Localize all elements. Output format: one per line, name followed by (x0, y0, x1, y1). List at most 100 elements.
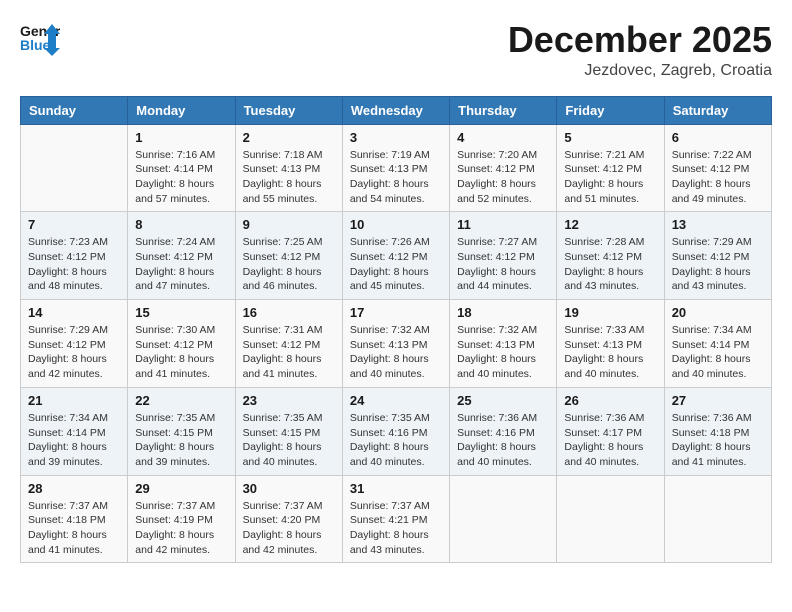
calendar-cell: 1 Sunrise: 7:16 AM Sunset: 4:14 PM Daylig… (128, 124, 235, 212)
calendar-cell: 5 Sunrise: 7:21 AM Sunset: 4:12 PM Daylig… (557, 124, 664, 212)
day-info: Sunrise: 7:27 AM Sunset: 4:12 PM Dayligh… (457, 235, 549, 294)
logo-icon: General Blue (20, 20, 60, 56)
calendar-cell: 15Sunrise: 7:30 AM Sunset: 4:12 PM Dayli… (128, 300, 235, 388)
calendar-cell: 12Sunrise: 7:28 AM Sunset: 4:12 PM Dayli… (557, 212, 664, 300)
weekday-header-friday: Friday (557, 96, 664, 124)
day-info: Sunrise: 7:18 AM Sunset: 4:13 PM Dayligh… (243, 148, 335, 207)
day-number: 18 (457, 305, 549, 320)
day-number: 27 (672, 393, 764, 408)
day-info: Sunrise: 7:19 AM Sunset: 4:13 PM Dayligh… (350, 148, 442, 207)
day-info: Sunrise: 7:35 AM Sunset: 4:15 PM Dayligh… (135, 411, 227, 470)
day-info: Sunrise: 7:36 AM Sunset: 4:17 PM Dayligh… (564, 411, 656, 470)
weekday-header-saturday: Saturday (664, 96, 771, 124)
day-number: 5 (564, 130, 656, 145)
day-number: 20 (672, 305, 764, 320)
calendar-cell: 14 Sunrise: 7:29 AM Sunset: 4:12 PM Dayli… (21, 300, 128, 388)
day-number: 2 (243, 130, 335, 145)
calendar-cell (450, 475, 557, 563)
calendar-cell: 25Sunrise: 7:36 AM Sunset: 4:16 PM Dayli… (450, 387, 557, 475)
day-info: Sunrise: 7:36 AM Sunset: 4:18 PM Dayligh… (672, 411, 764, 470)
calendar-cell: 18 Sunrise: 7:32 AM Sunset: 4:13 PM Dayli… (450, 300, 557, 388)
calendar-cell (21, 124, 128, 212)
calendar-cell: 7 Sunrise: 7:23 AM Sunset: 4:12 PM Daylig… (21, 212, 128, 300)
calendar-cell: 30Sunrise: 7:37 AM Sunset: 4:20 PM Dayli… (235, 475, 342, 563)
month-title: December 2025 (508, 20, 772, 60)
day-info: Sunrise: 7:30 AM Sunset: 4:12 PM Dayligh… (135, 323, 227, 382)
day-number: 31 (350, 481, 442, 496)
page-header: General Blue December 2025 Jezdovec, Zag… (20, 20, 772, 80)
calendar-cell (664, 475, 771, 563)
calendar-cell: 24 Sunrise: 7:35 AM Sunset: 4:16 PM Dayli… (342, 387, 449, 475)
day-number: 4 (457, 130, 549, 145)
calendar-cell: 22Sunrise: 7:35 AM Sunset: 4:15 PM Dayli… (128, 387, 235, 475)
day-info: Sunrise: 7:29 AM Sunset: 4:12 PM Dayligh… (28, 323, 120, 382)
day-info: Sunrise: 7:26 AM Sunset: 4:12 PM Dayligh… (350, 235, 442, 294)
day-number: 3 (350, 130, 442, 145)
calendar-cell: 8Sunrise: 7:24 AM Sunset: 4:12 PM Daylig… (128, 212, 235, 300)
day-number: 13 (672, 217, 764, 232)
calendar-week-3: 21 Sunrise: 7:34 AM Sunset: 4:14 PM Dayli… (21, 387, 772, 475)
weekday-header-wednesday: Wednesday (342, 96, 449, 124)
day-info: Sunrise: 7:32 AM Sunset: 4:13 PM Dayligh… (350, 323, 442, 382)
day-number: 16 (243, 305, 335, 320)
calendar-cell: 11 Sunrise: 7:27 AM Sunset: 4:12 PM Dayli… (450, 212, 557, 300)
location: Jezdovec, Zagreb, Croatia (508, 62, 772, 80)
day-number: 11 (457, 217, 549, 232)
day-info: Sunrise: 7:21 AM Sunset: 4:12 PM Dayligh… (564, 148, 656, 207)
day-info: Sunrise: 7:28 AM Sunset: 4:12 PM Dayligh… (564, 235, 656, 294)
day-number: 1 (135, 130, 227, 145)
calendar-cell: 9 Sunrise: 7:25 AM Sunset: 4:12 PM Daylig… (235, 212, 342, 300)
day-number: 6 (672, 130, 764, 145)
calendar-cell: 4Sunrise: 7:20 AM Sunset: 4:12 PM Daylig… (450, 124, 557, 212)
calendar-cell: 26Sunrise: 7:36 AM Sunset: 4:17 PM Dayli… (557, 387, 664, 475)
calendar-cell: 29 Sunrise: 7:37 AM Sunset: 4:19 PM Dayli… (128, 475, 235, 563)
calendar-cell: 10 Sunrise: 7:26 AM Sunset: 4:12 PM Dayli… (342, 212, 449, 300)
day-number: 24 (350, 393, 442, 408)
svg-text:Blue: Blue (20, 37, 51, 53)
logo: General Blue (20, 20, 60, 56)
day-number: 8 (135, 217, 227, 232)
calendar-cell (557, 475, 664, 563)
day-info: Sunrise: 7:23 AM Sunset: 4:12 PM Dayligh… (28, 235, 120, 294)
calendar-cell: 2 Sunrise: 7:18 AM Sunset: 4:13 PM Daylig… (235, 124, 342, 212)
day-info: Sunrise: 7:29 AM Sunset: 4:12 PM Dayligh… (672, 235, 764, 294)
title-block: December 2025 Jezdovec, Zagreb, Croatia (508, 20, 772, 80)
day-info: Sunrise: 7:37 AM Sunset: 4:20 PM Dayligh… (243, 499, 335, 558)
day-info: Sunrise: 7:25 AM Sunset: 4:12 PM Dayligh… (243, 235, 335, 294)
day-info: Sunrise: 7:33 AM Sunset: 4:13 PM Dayligh… (564, 323, 656, 382)
day-number: 10 (350, 217, 442, 232)
day-info: Sunrise: 7:37 AM Sunset: 4:18 PM Dayligh… (28, 499, 120, 558)
calendar-week-1: 7 Sunrise: 7:23 AM Sunset: 4:12 PM Daylig… (21, 212, 772, 300)
calendar-cell: 28 Sunrise: 7:37 AM Sunset: 4:18 PM Dayli… (21, 475, 128, 563)
day-info: Sunrise: 7:34 AM Sunset: 4:14 PM Dayligh… (672, 323, 764, 382)
calendar-week-0: 1 Sunrise: 7:16 AM Sunset: 4:14 PM Daylig… (21, 124, 772, 212)
day-info: Sunrise: 7:22 AM Sunset: 4:12 PM Dayligh… (672, 148, 764, 207)
calendar-cell: 20 Sunrise: 7:34 AM Sunset: 4:14 PM Dayli… (664, 300, 771, 388)
day-number: 14 (28, 305, 120, 320)
calendar-table: SundayMondayTuesdayWednesdayThursdayFrid… (20, 96, 772, 564)
day-info: Sunrise: 7:32 AM Sunset: 4:13 PM Dayligh… (457, 323, 549, 382)
day-info: Sunrise: 7:34 AM Sunset: 4:14 PM Dayligh… (28, 411, 120, 470)
calendar-cell: 16Sunrise: 7:31 AM Sunset: 4:12 PM Dayli… (235, 300, 342, 388)
day-number: 28 (28, 481, 120, 496)
calendar-cell: 6 Sunrise: 7:22 AM Sunset: 4:12 PM Daylig… (664, 124, 771, 212)
day-info: Sunrise: 7:37 AM Sunset: 4:21 PM Dayligh… (350, 499, 442, 558)
calendar-cell: 3 Sunrise: 7:19 AM Sunset: 4:13 PM Daylig… (342, 124, 449, 212)
calendar-week-2: 14 Sunrise: 7:29 AM Sunset: 4:12 PM Dayli… (21, 300, 772, 388)
day-number: 29 (135, 481, 227, 496)
day-info: Sunrise: 7:35 AM Sunset: 4:16 PM Dayligh… (350, 411, 442, 470)
day-number: 25 (457, 393, 549, 408)
weekday-header-tuesday: Tuesday (235, 96, 342, 124)
day-number: 9 (243, 217, 335, 232)
calendar-cell: 31 Sunrise: 7:37 AM Sunset: 4:21 PM Dayli… (342, 475, 449, 563)
calendar-cell: 27 Sunrise: 7:36 AM Sunset: 4:18 PM Dayli… (664, 387, 771, 475)
day-number: 23 (243, 393, 335, 408)
weekday-header-sunday: Sunday (21, 96, 128, 124)
day-number: 7 (28, 217, 120, 232)
calendar-header: SundayMondayTuesdayWednesdayThursdayFrid… (21, 96, 772, 124)
day-number: 19 (564, 305, 656, 320)
day-info: Sunrise: 7:16 AM Sunset: 4:14 PM Dayligh… (135, 148, 227, 207)
day-info: Sunrise: 7:37 AM Sunset: 4:19 PM Dayligh… (135, 499, 227, 558)
day-number: 21 (28, 393, 120, 408)
calendar-cell: 23Sunrise: 7:35 AM Sunset: 4:15 PM Dayli… (235, 387, 342, 475)
